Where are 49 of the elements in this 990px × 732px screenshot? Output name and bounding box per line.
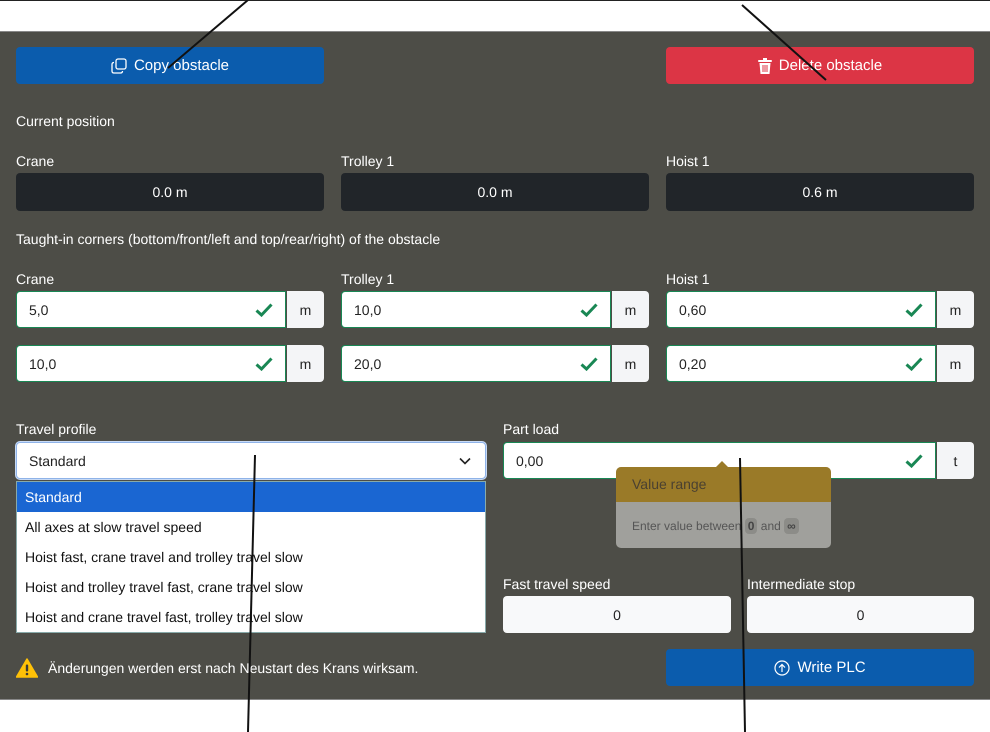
check-icon [905, 454, 923, 468]
check-icon [905, 302, 923, 316]
copy-icon [110, 58, 127, 74]
unit-label: m [612, 291, 649, 328]
tooltip-title: Value range [616, 467, 831, 502]
field-label: Intermediate stop [747, 575, 856, 593]
section-title: Current position [16, 112, 116, 130]
input-field[interactable]: 20,0 [341, 345, 611, 382]
write-button[interactable]: Write PLC [666, 649, 974, 686]
input-field[interactable]: 0,60 [666, 291, 936, 328]
unit-label: m [612, 345, 649, 382]
check-icon [255, 356, 273, 370]
chevron-down-icon [459, 456, 471, 464]
field-label: Crane [16, 270, 56, 288]
input-field[interactable]: 5,0 [16, 291, 286, 328]
dropdown-option[interactable]: All axes at slow travel speed [17, 512, 485, 542]
unit-label: t [937, 442, 974, 479]
unit-label: m [937, 345, 974, 382]
unit-label: m [287, 291, 324, 328]
input-field[interactable]: 0 [747, 596, 974, 633]
check-icon [580, 356, 598, 370]
check-icon [255, 302, 273, 316]
value-readout: 0.0 m [16, 173, 324, 211]
notice-text: Änderungen werden erst nach Neustart des Krans wirksam. [48, 660, 418, 676]
unit-label: m [287, 345, 324, 382]
check-icon [580, 302, 598, 316]
field-label: Part load [503, 420, 560, 438]
value-readout: 0.0 m [341, 173, 649, 211]
input-field[interactable]: 10,0 [341, 291, 611, 328]
field-label: Fast travel speed [503, 575, 612, 593]
trash-icon [758, 58, 772, 74]
field-label: Trolley 1 [341, 152, 396, 170]
field-label: Travel profile [16, 420, 98, 438]
input-field[interactable]: 10,0 [16, 345, 286, 382]
dropdown[interactable]: Standard [16, 442, 486, 479]
check-icon [905, 356, 923, 370]
field-label: Hoist 1 [666, 152, 711, 170]
warning-icon [16, 658, 38, 678]
section-title: Taught-in corners (bottom/front/left and top/rear/right) of the obstacle [16, 230, 442, 248]
arrow-up-circle-icon [774, 660, 790, 676]
copy-button[interactable]: Copy obstacle [16, 47, 324, 84]
value-readout: 0.6 m [666, 173, 974, 211]
field-label: Trolley 1 [341, 270, 396, 288]
unit-label: m [937, 291, 974, 328]
field-label: Hoist 1 [666, 270, 711, 288]
dropdown-option[interactable]: Standard [17, 482, 485, 512]
field-label: Crane [16, 152, 56, 170]
input-field[interactable]: 0,20 [666, 345, 936, 382]
input-field[interactable]: 0 [503, 596, 731, 633]
